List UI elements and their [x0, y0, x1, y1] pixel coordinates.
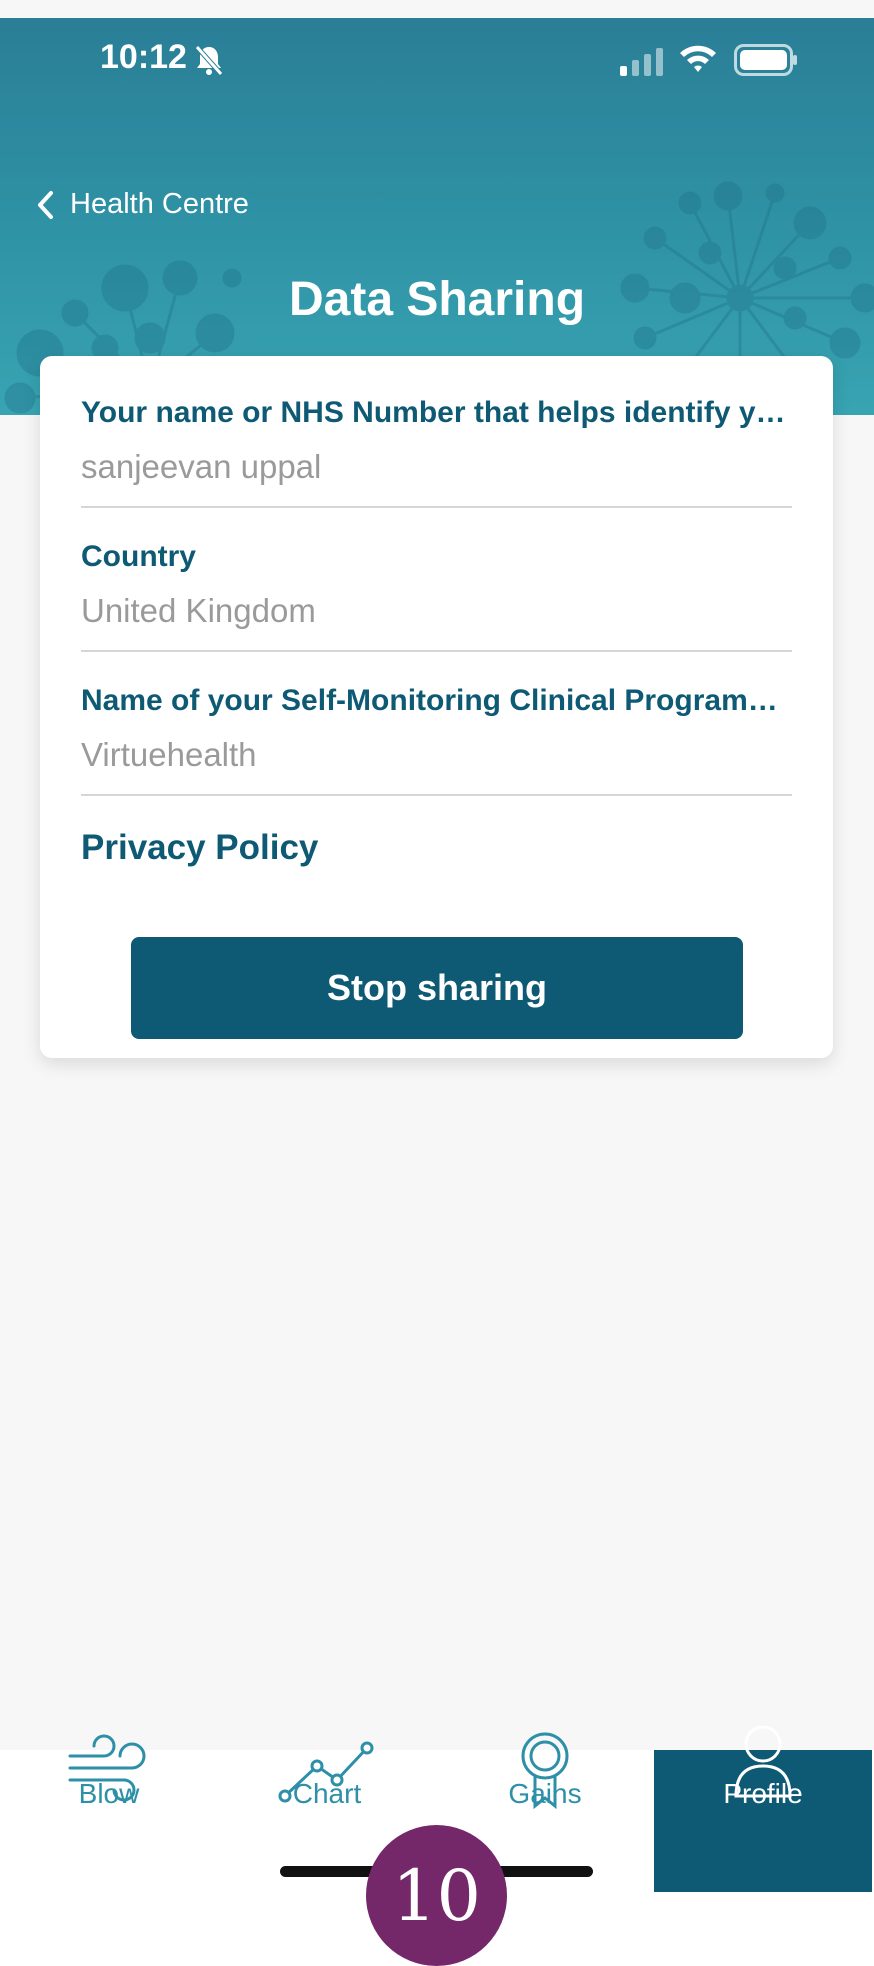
page-title: Data Sharing: [288, 273, 586, 326]
identity-field-value[interactable]: sanjeevan uppal: [81, 448, 792, 486]
chevron-left-icon: [38, 190, 53, 219]
country-field-label: Country: [81, 540, 196, 573]
tab-profile-label: Profile: [723, 1778, 803, 1809]
program-field-value[interactable]: Virtuehealth: [81, 736, 792, 774]
privacy-policy-link[interactable]: Privacy Policy: [81, 828, 318, 868]
wifi-icon: [680, 45, 716, 72]
back-button[interactable]: Health Centre: [36, 188, 249, 221]
country-field-value[interactable]: United Kingdom: [81, 592, 792, 630]
back-label: Health Centre: [70, 188, 249, 220]
tab-chart-label: Chart: [292, 1778, 362, 1809]
tab-gains-label: Gains: [508, 1778, 582, 1809]
status-time: 10:12: [100, 38, 187, 76]
overlay-badge: 10: [366, 1825, 507, 1966]
signal-icon: [620, 48, 663, 76]
tab-profile[interactable]: Profile: [654, 1726, 872, 1892]
program-field[interactable]: Name of your Self-Monitoring Clinical Pr…: [81, 684, 792, 796]
country-field[interactable]: Country United Kingdom: [81, 540, 792, 652]
program-field-label: Name of your Self-Monitoring Clinical Pr…: [81, 684, 778, 717]
tab-blow-label: Blow: [78, 1778, 140, 1809]
stop-sharing-button[interactable]: Stop sharing: [131, 937, 743, 1039]
top-gap: [0, 0, 874, 18]
battery-icon: [734, 44, 797, 76]
bell-muted-icon: [195, 45, 223, 76]
tab-blow[interactable]: Blow: [0, 1734, 218, 1892]
data-sharing-card: Your name or NHS Number that helps ident…: [40, 356, 833, 1058]
identity-field-label: Your name or NHS Number that helps ident…: [81, 396, 786, 429]
identity-field[interactable]: Your name or NHS Number that helps ident…: [81, 396, 792, 508]
